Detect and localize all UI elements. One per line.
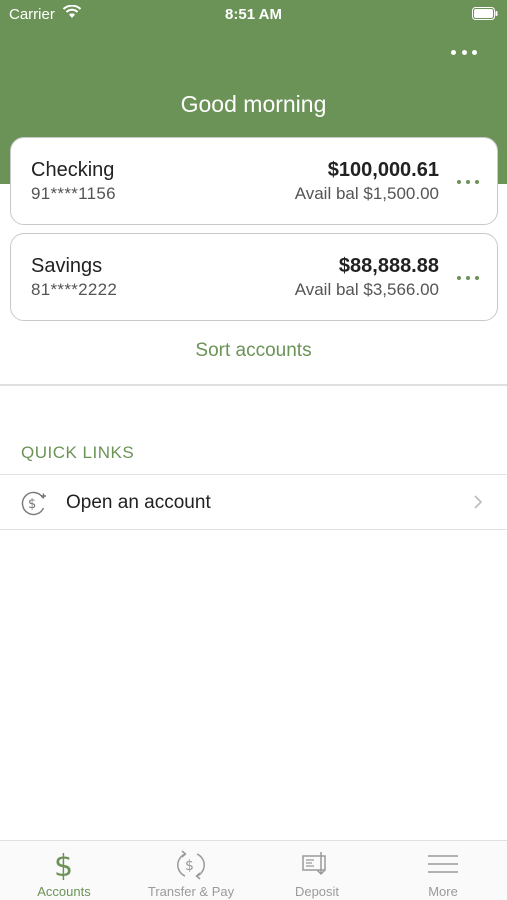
dot: [461, 49, 467, 55]
account-name: Savings: [31, 255, 103, 277]
tab-label: Deposit: [294, 884, 340, 899]
dot: [475, 180, 479, 184]
tab-deposit[interactable]: Deposit: [254, 841, 380, 900]
svg-text:$: $: [185, 858, 194, 874]
tab-label: More: [428, 884, 458, 899]
quick-links-title: QUICK LINKS: [21, 443, 135, 462]
check-deposit-icon: [302, 852, 326, 876]
quick-link-open-account[interactable]: $ Open an account: [0, 474, 507, 530]
dollar-icon: $: [54, 849, 73, 880]
tab-transfer-pay[interactable]: $ Transfer & Pay: [128, 841, 254, 900]
svg-text:$: $: [28, 497, 36, 512]
account-name: Checking: [31, 159, 115, 181]
svg-text:$: $: [54, 849, 73, 880]
sort-accounts-link[interactable]: Sort accounts: [0, 340, 507, 362]
menu-icon: [428, 855, 458, 873]
account-more-button[interactable]: [457, 274, 479, 282]
dot: [451, 49, 456, 55]
dot: [472, 49, 477, 55]
account-card-savings[interactable]: Savings 81****2222 $88,888.88 Avail bal …: [10, 233, 498, 321]
quick-link-label: Open an account: [66, 492, 211, 513]
status-time: 8:51 AM: [225, 6, 282, 23]
tab-label: Transfer & Pay: [147, 884, 235, 899]
account-card-checking[interactable]: Checking 91****1156 $100,000.61 Avail ba…: [10, 137, 498, 225]
battery-icon: [472, 7, 498, 20]
dot: [457, 180, 461, 184]
tab-more[interactable]: More: [380, 841, 506, 900]
tab-accounts[interactable]: $ Accounts: [1, 841, 127, 900]
dot: [466, 180, 470, 184]
account-number: 91****1156: [31, 184, 116, 203]
status-bar: Carrier 8:51 AM: [0, 0, 507, 28]
tab-label: Accounts: [37, 884, 91, 899]
section-divider: [0, 384, 507, 386]
available-balance: Avail bal $3,566.00: [294, 280, 439, 299]
chevron-right-icon: [474, 495, 483, 509]
greeting-title: Good morning: [180, 91, 327, 117]
dot: [466, 276, 470, 280]
tab-bar: $ Accounts $ Transfer & Pay Deposit More: [0, 840, 507, 900]
account-more-button[interactable]: [457, 178, 479, 186]
transfer-icon: $: [177, 850, 205, 880]
account-balance: $88,888.88: [338, 255, 439, 277]
available-balance: Avail bal $1,500.00: [294, 184, 439, 203]
account-balance: $100,000.61: [327, 159, 439, 181]
dollar-plus-icon: $: [21, 491, 46, 516]
account-number: 81****2222: [31, 280, 118, 299]
header-more-button[interactable]: [451, 42, 477, 62]
dot: [457, 276, 461, 280]
dot: [475, 276, 479, 280]
